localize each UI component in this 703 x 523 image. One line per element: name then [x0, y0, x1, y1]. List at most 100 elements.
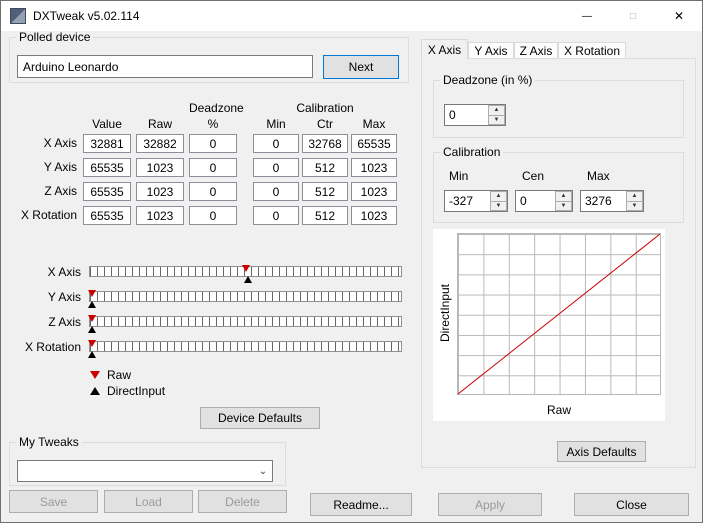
- raw-cell: 32882: [136, 134, 184, 153]
- calibration-group-header: Calibration: [296, 101, 354, 115]
- column-header-max: Max: [362, 117, 386, 131]
- my-tweaks-group-label: My Tweaks: [16, 436, 82, 449]
- spin-up-icon[interactable]: ▲: [488, 105, 505, 116]
- cal-min-cell: 0: [253, 134, 299, 153]
- spin-up-icon[interactable]: ▲: [490, 191, 507, 202]
- polled-device-field[interactable]: Arduino Leonardo: [17, 55, 313, 78]
- slider-track-x-rotation[interactable]: [87, 340, 402, 358]
- next-button[interactable]: Next: [323, 55, 399, 79]
- deadzone-group-header: Deadzone: [189, 101, 244, 115]
- polled-device-group-label: Polled device: [16, 31, 94, 44]
- axis-row-label: X Axis: [43, 136, 77, 150]
- value-cell: 65535: [83, 182, 131, 201]
- raw-cell: 1023: [136, 182, 184, 201]
- tab-x-rotation[interactable]: X Rotation: [558, 42, 626, 58]
- spin-down-icon[interactable]: ▼: [488, 115, 505, 125]
- cal-max-spinner-value[interactable]: 3276: [581, 191, 626, 211]
- apply-button[interactable]: Apply: [438, 493, 542, 516]
- value-cell: 65535: [83, 206, 131, 225]
- directinput-marker: [243, 276, 252, 283]
- cal-min-spinner-value[interactable]: -327: [445, 191, 490, 211]
- spin-up-icon[interactable]: ▲: [626, 191, 643, 202]
- graph-line: [458, 234, 660, 394]
- close-icon[interactable]: ✕: [656, 1, 702, 31]
- load-button[interactable]: Load: [104, 490, 193, 513]
- cal-cen-spinner[interactable]: 0 ▲ ▼: [515, 190, 573, 212]
- directinput-marker: [87, 326, 96, 333]
- slider-label: Y Axis: [47, 290, 81, 304]
- slider-track-z-axis[interactable]: [87, 315, 402, 333]
- cal-max-label: Max: [587, 169, 610, 183]
- cal-min-cell: 0: [253, 158, 299, 177]
- graph-plot-area: [457, 233, 661, 395]
- cal-ctr-cell: 32768: [302, 134, 348, 153]
- device-defaults-button[interactable]: Device Defaults: [200, 407, 320, 429]
- cal-max-cell: 1023: [351, 206, 397, 225]
- calibration-groupbox: [433, 152, 684, 223]
- value-cell: 65535: [83, 158, 131, 177]
- graph-y-axis-label: DirectInput: [438, 284, 452, 343]
- cal-max-spinner[interactable]: 3276 ▲ ▼: [580, 190, 644, 212]
- axis-row-label: Y Axis: [43, 160, 77, 174]
- cal-min-spinner[interactable]: -327 ▲ ▼: [444, 190, 508, 212]
- cal-max-cell: 1023: [351, 182, 397, 201]
- raw-legend-label: Raw: [107, 368, 132, 382]
- slider-track-x-axis[interactable]: [89, 265, 402, 283]
- raw-cell: 1023: [136, 206, 184, 225]
- tab-x-axis[interactable]: X Axis: [421, 39, 468, 59]
- deadzone-pct-cell: 0: [189, 206, 237, 225]
- raw-marker: [242, 265, 251, 272]
- slider-row-z-axis: Z Axis: [1, 315, 403, 333]
- cal-cen-label: Cen: [522, 169, 545, 183]
- close-button[interactable]: Close: [574, 493, 689, 516]
- titlebar[interactable]: DXTweak v5.02.114 — □ ✕: [1, 1, 702, 31]
- minimize-icon[interactable]: —: [564, 1, 610, 31]
- deadzone-pct-cell: 0: [189, 158, 237, 177]
- app-icon: [10, 8, 26, 24]
- slider-row-x-rotation: X Rotation: [1, 340, 403, 358]
- chevron-down-icon[interactable]: ⌄: [254, 466, 272, 477]
- directinput-marker: [87, 301, 96, 308]
- cal-cen-spinner-value[interactable]: 0: [516, 191, 555, 211]
- raw-legend-icon: [90, 371, 100, 379]
- cal-ctr-cell: 512: [302, 158, 348, 177]
- column-header-ctr: Ctr: [317, 117, 333, 131]
- tab-z-axis[interactable]: Z Axis: [514, 42, 558, 58]
- column-header-raw: Raw: [147, 117, 172, 131]
- my-tweaks-combobox[interactable]: ⌄: [17, 460, 273, 482]
- axis-row-label: Z Axis: [44, 184, 77, 198]
- deadzone-group-label: Deadzone (in %): [440, 74, 536, 87]
- axis-defaults-button[interactable]: Axis Defaults: [557, 441, 646, 462]
- cal-min-cell: 0: [253, 182, 299, 201]
- value-cell: 32881: [83, 134, 131, 153]
- slider-track-y-axis[interactable]: [87, 290, 402, 308]
- deadzone-pct-cell: 0: [189, 182, 237, 201]
- deadzone-spinner-value[interactable]: 0: [445, 105, 488, 125]
- cal-max-cell: 1023: [351, 158, 397, 177]
- slider-label: X Axis: [47, 265, 81, 279]
- spin-down-icon[interactable]: ▼: [555, 201, 572, 211]
- cal-min-label: Min: [449, 169, 469, 183]
- window-title: DXTweak v5.02.114: [33, 9, 140, 23]
- calibration-group-label: Calibration: [440, 146, 504, 159]
- slider-label: X Rotation: [24, 340, 81, 354]
- slider-row-x-axis: X Axis: [1, 265, 403, 283]
- readme-button[interactable]: Readme...: [310, 493, 412, 516]
- directinput-legend-label: DirectInput: [107, 384, 166, 398]
- axis-row-label: X Rotation: [20, 208, 77, 222]
- cal-ctr-cell: 512: [302, 182, 348, 201]
- spin-up-icon[interactable]: ▲: [555, 191, 572, 202]
- slider-row-y-axis: Y Axis: [1, 290, 403, 308]
- save-button[interactable]: Save: [9, 490, 98, 513]
- maximize-icon[interactable]: □: [610, 1, 656, 31]
- raw-marker: [87, 315, 96, 322]
- column-header-pct: %: [207, 117, 219, 131]
- dxtweak-window: DXTweak v5.02.114 — □ ✕ Polled device Ar…: [0, 0, 703, 523]
- tab-y-axis[interactable]: Y Axis: [468, 42, 514, 58]
- spin-down-icon[interactable]: ▼: [626, 201, 643, 211]
- deadzone-spinner[interactable]: 0 ▲ ▼: [444, 104, 506, 126]
- directinput-marker: [87, 351, 96, 358]
- delete-button[interactable]: Delete: [198, 490, 287, 513]
- spin-down-icon[interactable]: ▼: [490, 201, 507, 211]
- calibration-graph: DirectInput Raw: [433, 229, 665, 421]
